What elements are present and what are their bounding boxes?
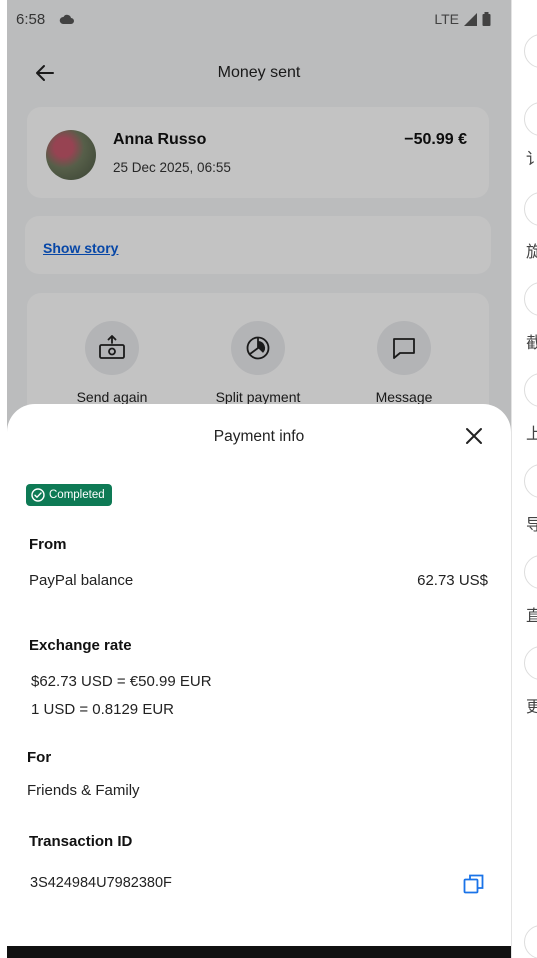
- side-label: 讠: [526, 145, 537, 169]
- side-button[interactable]: [524, 555, 537, 589]
- status-badge: Completed: [26, 484, 112, 506]
- exchange-rate-heading: Exchange rate: [29, 637, 132, 654]
- transaction-id-heading: Transaction ID: [29, 833, 133, 850]
- sheet-title: Payment info: [213, 428, 305, 445]
- from-amount: 62.73 US$: [417, 572, 488, 589]
- for-value: Friends & Family: [27, 782, 140, 799]
- side-label: 旋: [526, 238, 537, 262]
- side-label: 导: [526, 511, 537, 535]
- transaction-id-value: 3S424984U7982380F: [30, 875, 172, 891]
- side-panel: 讠 旋 截 上 导 直 更: [511, 0, 537, 958]
- phone-screen: 6:58 LTE Money sent Anna Russo 25 Dec 20…: [7, 0, 511, 958]
- copy-icon[interactable]: [463, 873, 485, 895]
- navigation-bar: [7, 946, 511, 958]
- exchange-rate-conversion: $62.73 USD = €50.99 EUR: [31, 673, 212, 690]
- status-text: Completed: [49, 489, 105, 501]
- check-circle-icon: [31, 488, 45, 502]
- side-label: 更: [526, 693, 537, 717]
- side-button[interactable]: [524, 34, 537, 68]
- from-source: PayPal balance: [29, 572, 134, 589]
- side-button[interactable]: [524, 282, 537, 316]
- payment-info-sheet: Payment info Completed From PayPal balan…: [7, 404, 511, 958]
- close-icon[interactable]: [465, 427, 483, 445]
- side-label: 上: [526, 420, 537, 444]
- for-heading: For: [27, 749, 52, 766]
- side-label: 截: [526, 329, 537, 353]
- side-button[interactable]: [524, 102, 537, 136]
- exchange-rate-unit: 1 USD = 0.8129 EUR: [31, 701, 174, 718]
- side-button[interactable]: [524, 373, 537, 407]
- side-button[interactable]: [524, 646, 537, 680]
- side-button[interactable]: [524, 925, 537, 958]
- side-button[interactable]: [524, 464, 537, 498]
- from-heading: From: [29, 536, 67, 553]
- side-label: 直: [526, 602, 537, 626]
- side-button[interactable]: [524, 192, 537, 226]
